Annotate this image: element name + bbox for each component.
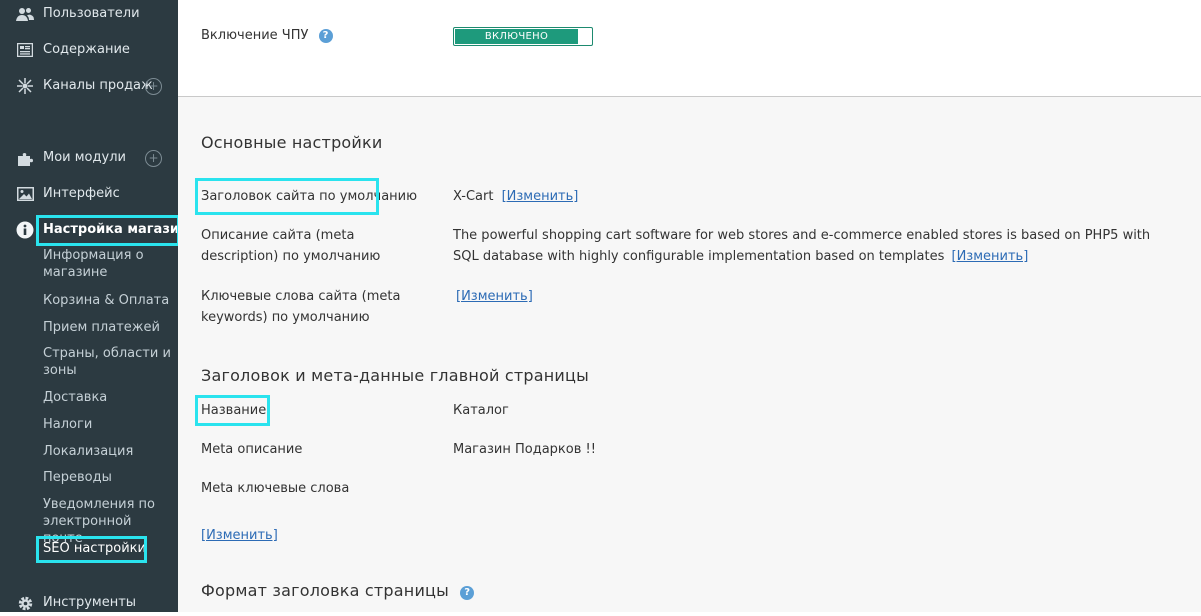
help-icon[interactable]: ? [460, 586, 475, 600]
submenu-item-translations[interactable]: Переводы [43, 469, 171, 486]
sidebar-item-tools[interactable]: Инструменты [0, 592, 178, 616]
add-channel-icon[interactable]: + [145, 78, 162, 95]
sidebar-item-store-setup[interactable]: Настройка магазина [0, 219, 197, 243]
sidebar-item-sales-channels[interactable]: Каналы продаж + [0, 75, 178, 99]
content-icon [16, 41, 34, 59]
change-meta-description-link[interactable]: [Изменить] [952, 249, 1029, 264]
sidebar-item-label: Мои модули [43, 150, 126, 165]
sef-row: Включение ЧПУ ? [201, 25, 333, 46]
site-title-value: X-Cart [453, 189, 494, 204]
change-site-title-link[interactable]: [Изменить] [502, 189, 579, 204]
sidebar-item-label: Содержание [43, 42, 130, 57]
sidebar-item-label: Пользователи [43, 6, 140, 21]
sef-label: Включение ЧПУ [201, 28, 309, 43]
homepage-meta-description-label: Meta описание [201, 442, 303, 457]
homepage-meta-heading: Заголовок и мета-данные главной страницы [201, 366, 589, 385]
help-icon[interactable]: ? [318, 29, 333, 43]
add-module-icon[interactable]: + [145, 150, 162, 167]
info-icon [16, 221, 34, 239]
sidebar-item-label: Инструменты [43, 595, 137, 610]
puzzle-icon [16, 149, 34, 167]
sef-toggle[interactable]: ВКЛЮЧЕНО [453, 27, 593, 46]
toggle-on-label: ВКЛЮЧЕНО [455, 29, 578, 44]
default-meta-description-label: Описание сайта (meta description) по умо… [201, 228, 381, 264]
homepage-change-row: [Изменить] [201, 525, 278, 546]
submenu-item-taxes[interactable]: Налоги [43, 416, 171, 433]
gear-icon [16, 594, 34, 612]
image-icon [16, 185, 34, 203]
sidebar-item-label: Настройка магазина [43, 222, 197, 237]
homepage-meta-description-value: Магазин Подарков !! [453, 442, 596, 457]
basic-settings-heading: Основные настройки [201, 133, 383, 152]
channels-icon [16, 77, 34, 95]
submenu-item-store-info[interactable]: Информация о магазине [43, 247, 171, 281]
sidebar-item-my-modules[interactable]: Мои модули + [0, 147, 178, 171]
submenu-item-seo-settings[interactable]: SEO настройки [43, 540, 171, 557]
change-homepage-meta-link[interactable]: [Изменить] [201, 528, 278, 543]
users-icon [16, 5, 34, 23]
seo-settings-panel: Основные настройки Заголовок сайта по ум… [178, 97, 1201, 612]
default-site-title-value: X-Cart [Изменить] [453, 186, 578, 207]
default-meta-keywords-label: Ключевые слова сайта (meta keywords) по … [201, 289, 401, 325]
default-site-title-label: Заголовок сайта по умолчанию [201, 189, 418, 204]
submenu-item-countries-zones[interactable]: Страны, области и зоны [43, 345, 171, 379]
default-meta-keywords-value: [Изменить] [456, 286, 533, 307]
homepage-name-value: Каталог [453, 403, 509, 418]
homepage-name-label: Название [201, 403, 267, 418]
submenu-item-shipping[interactable]: Доставка [43, 389, 171, 406]
sidebar-item-label: Каналы продаж [43, 78, 153, 93]
sidebar-item-content[interactable]: Содержание [0, 39, 178, 63]
submenu-item-cart-payment[interactable]: Корзина & Оплата [43, 292, 171, 309]
submenu-item-payment-methods[interactable]: Прием платежей [43, 319, 171, 336]
change-meta-keywords-link[interactable]: [Изменить] [456, 289, 533, 304]
sef-section: Включение ЧПУ ? ВКЛЮЧЕНО [178, 0, 1201, 97]
sidebar-item-label: Интерфейс [43, 186, 120, 201]
page-title-format-heading: Формат заголовка страницы ? [201, 581, 475, 600]
sidebar-item-interface[interactable]: Интерфейс [0, 183, 178, 207]
meta-description-value: The powerful shopping cart software for … [453, 228, 1151, 264]
homepage-meta-keywords-label: Meta ключевые слова [201, 481, 350, 496]
sidebar: Пользователи Содержание Каналы продаж + … [0, 0, 197, 612]
default-meta-description-value: The powerful shopping cart software for … [453, 225, 1153, 267]
page-title-format-text: Формат заголовка страницы [201, 581, 449, 600]
submenu-item-localization[interactable]: Локализация [43, 443, 171, 460]
sidebar-item-users[interactable]: Пользователи [0, 3, 178, 27]
